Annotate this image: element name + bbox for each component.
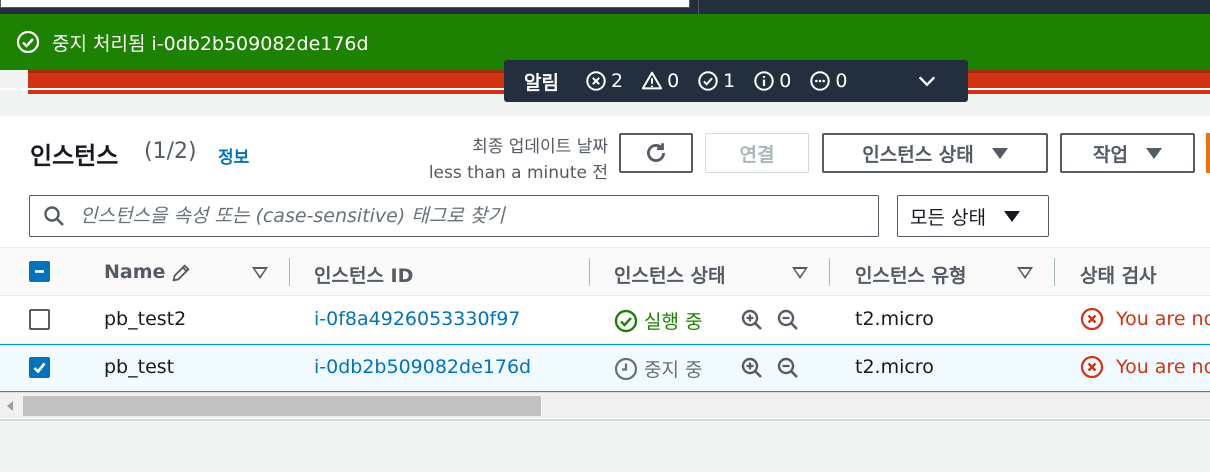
notification-count-warning[interactable]: 0 <box>641 70 679 92</box>
info-link[interactable]: 정보 <box>218 143 249 168</box>
error-circle-icon <box>586 71 606 91</box>
cell-status-check: You are no <box>1080 307 1210 331</box>
cell-instance-type: t2.micro <box>855 308 934 330</box>
search-field[interactable] <box>29 195 879 237</box>
zoom-out-icon[interactable] <box>776 308 800 332</box>
refresh-icon <box>647 143 665 162</box>
instances-panel: 인스턴스 (1/2) 정보 최종 업데이트 날짜 less than a min… <box>0 116 1210 420</box>
warning-triangle-icon <box>641 71 663 90</box>
checkmark-icon <box>33 362 46 374</box>
launch-instance-button[interactable] <box>1206 133 1210 173</box>
cell-instance-id[interactable]: i-0f8a4926053330f97 <box>314 308 520 330</box>
connect-button[interactable]: 연결 <box>705 133 809 173</box>
caret-down-icon <box>1003 210 1020 222</box>
notification-count-error[interactable]: 2 <box>585 70 623 92</box>
cell-instance-state: 중지 중 <box>614 355 702 382</box>
cell-status-check: You are no <box>1080 355 1210 379</box>
row-checkbox[interactable] <box>29 357 50 378</box>
error-circle-icon <box>1080 355 1104 379</box>
success-circle-icon <box>614 309 638 332</box>
column-header-status-check[interactable]: 상태 검사 <box>1080 261 1157 288</box>
cell-instance-state: 실행 중 <box>614 307 702 334</box>
caret-down-icon <box>1145 147 1162 159</box>
top-divider <box>698 0 699 14</box>
instances-table: Name 인스턴스 ID 인스턴스 상태 인스턴스 유형 상태 검사 pb_te… <box>0 247 1210 392</box>
cell-name: pb_test2 <box>104 308 187 330</box>
table-row[interactable]: pb_test i-0db2b509082de176d 중지 중 t2.micr… <box>0 344 1210 392</box>
chevron-down-icon[interactable] <box>916 70 938 92</box>
sort-caret-icon[interactable] <box>252 267 268 279</box>
select-all-checkbox[interactable] <box>29 261 50 282</box>
info-circle-icon <box>754 71 774 91</box>
sort-caret-icon[interactable] <box>1017 267 1033 279</box>
scrollbar-thumb[interactable] <box>23 396 541 416</box>
column-header-instance-id[interactable]: 인스턴스 ID <box>314 261 413 288</box>
row-checkbox[interactable] <box>29 309 50 330</box>
column-header-instance-type[interactable]: 인스턴스 유형 <box>855 261 967 288</box>
cell-instance-type: t2.micro <box>855 356 934 378</box>
page-title: 인스턴스 <box>30 142 119 170</box>
error-circle-icon <box>1080 307 1104 331</box>
selection-count: (1/2) <box>144 139 197 164</box>
state-filter-select[interactable]: 모든 상태 <box>897 195 1049 237</box>
actions-dropdown[interactable]: 작업 <box>1060 133 1195 173</box>
notification-bar[interactable]: 알림 2 0 1 0 0 <box>504 60 968 102</box>
success-circle-icon <box>698 71 718 91</box>
cell-instance-id[interactable]: i-0db2b509082de176d <box>314 356 531 378</box>
search-icon <box>44 206 64 226</box>
table-header: Name 인스턴스 ID 인스턴스 상태 인스턴스 유형 상태 검사 <box>0 247 1210 296</box>
column-header-name[interactable]: Name <box>104 261 165 283</box>
last-updated-label: 최종 업데이트 날짜 <box>472 137 608 157</box>
cell-name: pb_test <box>104 356 175 378</box>
horizontal-scrollbar[interactable] <box>0 392 1210 418</box>
notification-count-info[interactable]: 0 <box>753 70 791 92</box>
clock-pending-icon <box>614 357 638 380</box>
notification-count-in-progress[interactable]: 0 <box>809 70 847 92</box>
success-circle-icon <box>16 30 40 54</box>
zoom-in-icon[interactable] <box>740 308 764 332</box>
top-bar <box>0 0 1210 14</box>
edit-pencil-icon[interactable] <box>170 262 192 284</box>
table-row[interactable]: pb_test2 i-0f8a4926053330f97 실행 중 t2.mic… <box>0 296 1210 344</box>
caret-down-icon <box>991 147 1008 159</box>
in-progress-circle-icon <box>810 71 831 91</box>
minus-icon <box>35 270 44 273</box>
last-updated-value: less than a minute 전 <box>428 163 608 183</box>
search-input[interactable] <box>80 205 840 227</box>
sort-caret-icon[interactable] <box>792 267 808 279</box>
refresh-button[interactable] <box>619 133 693 173</box>
zoom-in-icon[interactable] <box>740 356 764 380</box>
instance-state-dropdown[interactable]: 인스턴스 상태 <box>822 133 1048 173</box>
zoom-out-icon[interactable] <box>776 356 800 380</box>
flash-message: 중지 처리됨 i-0db2b509082de176d <box>52 32 369 55</box>
notification-title: 알림 <box>524 71 559 94</box>
top-search-box[interactable] <box>0 0 690 8</box>
column-header-instance-state[interactable]: 인스턴스 상태 <box>614 261 726 288</box>
notification-count-success[interactable]: 1 <box>697 70 735 92</box>
scroll-left-arrow-icon[interactable] <box>7 401 13 411</box>
